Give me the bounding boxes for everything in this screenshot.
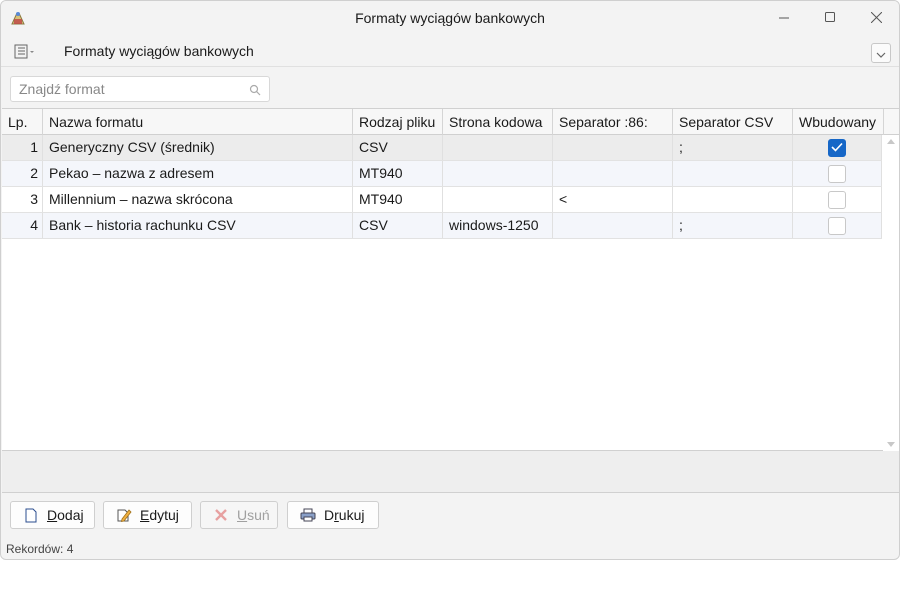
print-icon [300,507,316,523]
formats-table: Lp. Nazwa formatu Rodzaj pliku Strona ko… [2,108,899,451]
print-button[interactable]: Drukuj [287,501,379,529]
column-header-name[interactable]: Nazwa formatu [43,109,353,135]
search-input[interactable] [11,77,241,101]
title-bar: Formaty wyciągów bankowych [1,1,899,35]
cell-builtin [793,135,882,160]
cell-file-type: CSV [353,213,443,238]
column-header-codepage[interactable]: Strona kodowa [443,109,553,135]
cell-file-type: MT940 [353,161,443,186]
cell-codepage [443,161,553,186]
add-button-label: Dodaj [47,507,84,523]
cell-separator-csv [673,187,793,212]
cell-lp: 1 [2,135,43,160]
chevron-down-icon [876,45,886,61]
edit-button-label: Edytuj [140,507,179,523]
maximize-button[interactable] [807,1,853,35]
main-window: Formaty wyciągów bankowych Formaty wycią… [0,0,900,560]
cell-separator-csv [673,161,793,186]
scroll-down-icon[interactable] [887,442,895,447]
cell-codepage [443,135,553,160]
delete-button-label: Usuń [237,507,270,523]
column-header-file-type[interactable]: Rodzaj pliku [353,109,443,135]
cell-name: Bank – historia rachunku CSV [43,213,353,238]
vertical-scrollbar[interactable] [883,135,899,451]
document-icon [23,507,39,523]
cell-codepage [443,187,553,212]
cell-separator-86: < [553,187,673,212]
cell-name: Generyczny CSV (średnik) [43,135,353,160]
builtin-checkbox[interactable] [828,216,846,235]
minimize-icon [778,10,790,26]
cell-lp: 4 [2,213,43,238]
edit-icon [116,507,132,523]
cell-name: Pekao – nazwa z adresem [43,161,353,186]
column-header-lp[interactable]: Lp. [2,109,43,135]
table-header: Lp. Nazwa formatu Rodzaj pliku Strona ko… [2,109,899,135]
cell-builtin [793,187,882,212]
cell-codepage: windows-1250 [443,213,553,238]
cell-separator-csv: ; [673,135,793,160]
builtin-checkbox[interactable] [828,138,846,157]
table-row[interactable]: 3 Millennium – nazwa skrócona MT940 < [2,187,882,213]
column-header-separator-86[interactable]: Separator :86: [553,109,673,135]
close-button[interactable] [853,1,899,35]
header-bar: Formaty wyciągów bankowych [1,35,899,67]
cell-separator-86 [553,213,673,238]
minimize-button[interactable] [761,1,807,35]
cell-builtin [793,161,882,186]
cell-name: Millennium – nazwa skrócona [43,187,353,212]
page-title: Formaty wyciągów bankowych [64,43,254,59]
builtin-checkbox[interactable] [828,190,846,209]
cell-file-type: MT940 [353,187,443,212]
list-menu-icon [13,44,39,64]
maximize-icon [824,10,836,26]
cell-separator-86 [553,161,673,186]
delete-button[interactable]: Usuń [200,501,278,529]
column-header-separator-csv[interactable]: Separator CSV [673,109,793,135]
cell-separator-csv: ; [673,213,793,238]
search-icon [249,83,261,96]
table-row[interactable]: 1 Generyczny CSV (średnik) CSV ; [2,135,882,161]
collapse-button[interactable] [871,43,891,63]
builtin-checkbox[interactable] [828,164,846,183]
grid-footer [2,451,899,493]
print-button-label: Drukuj [324,507,365,523]
search-box [10,76,270,102]
cell-separator-86 [553,135,673,160]
cell-builtin [793,213,882,238]
record-count: Rekordów: 4 [6,542,74,556]
checkmark-icon [831,135,843,160]
cell-lp: 2 [2,161,43,186]
edit-button[interactable]: Edytuj [103,501,192,529]
view-menu-button[interactable] [13,43,39,61]
column-header-builtin[interactable]: Wbudowany [793,109,884,135]
cell-lp: 3 [2,187,43,212]
table-row[interactable]: 2 Pekao – nazwa z adresem MT940 [2,161,882,187]
table-row[interactable]: 4 Bank – historia rachunku CSV CSV windo… [2,213,882,239]
close-icon [870,10,882,26]
add-button[interactable]: Dodaj [10,501,95,529]
scroll-up-icon[interactable] [887,139,895,144]
delete-icon [213,507,229,523]
cell-file-type: CSV [353,135,443,160]
